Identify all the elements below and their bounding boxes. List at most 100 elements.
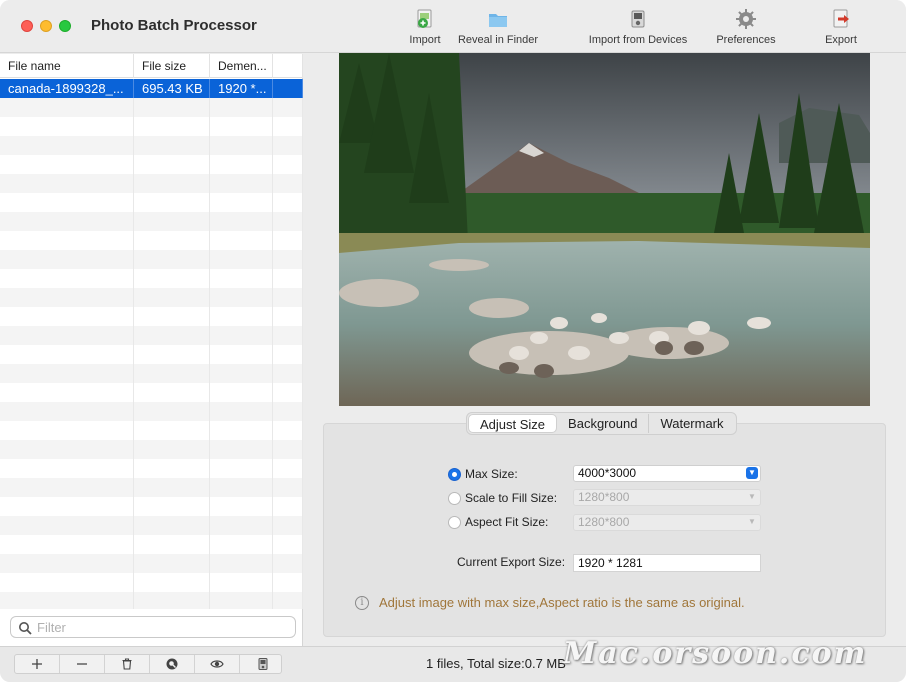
gear-icon <box>736 9 756 29</box>
preview-button[interactable] <box>195 655 240 673</box>
image-preview <box>339 53 870 406</box>
empty-cell <box>210 573 273 592</box>
empty-table-row <box>0 345 303 364</box>
empty-cell <box>210 535 273 554</box>
column-header-dimensions[interactable]: Demen... <box>210 54 273 78</box>
empty-cell <box>0 155 134 174</box>
export-label: Export <box>825 34 857 46</box>
filter-input[interactable] <box>37 619 287 636</box>
tab-watermark[interactable]: Watermark <box>649 414 734 433</box>
empty-table-row <box>0 383 303 402</box>
remove-file-button[interactable] <box>60 655 105 673</box>
column-header-file-size[interactable]: File size <box>134 54 210 78</box>
empty-cell <box>134 212 210 231</box>
export-button[interactable]: Export <box>820 8 862 50</box>
empty-cell <box>134 288 210 307</box>
empty-cell <box>0 421 134 440</box>
status-text: 1 files, Total size:0.7 MB <box>426 656 566 671</box>
scale-to-fill-option[interactable]: Scale to Fill Size: <box>448 490 557 506</box>
empty-cell <box>0 573 134 592</box>
empty-cell <box>273 79 303 98</box>
empty-cell <box>273 440 303 459</box>
filter-field[interactable] <box>10 616 296 638</box>
empty-cell <box>0 212 134 231</box>
column-header-empty <box>273 54 303 78</box>
empty-cell <box>0 345 134 364</box>
max-size-combo[interactable]: 4000*3000 ▼ <box>573 465 761 482</box>
empty-cell <box>273 98 303 117</box>
empty-cell <box>134 383 210 402</box>
empty-cell <box>0 136 134 155</box>
info-text: Adjust image with max size,Aspect ratio … <box>379 595 745 610</box>
empty-cell <box>0 554 134 573</box>
zoom-window-button[interactable] <box>59 20 71 32</box>
empty-cell <box>210 231 273 250</box>
import-from-devices-button[interactable]: Import from Devices <box>584 8 692 50</box>
tab-adjust-size[interactable]: Adjust Size <box>468 414 558 433</box>
scale-to-fill-value: 1280*800 <box>578 490 630 504</box>
empty-cell <box>134 364 210 383</box>
empty-cell <box>210 497 273 516</box>
delete-all-button[interactable] <box>105 655 150 673</box>
empty-cell <box>0 193 134 212</box>
empty-table-row <box>0 231 303 250</box>
empty-cell <box>210 345 273 364</box>
empty-cell <box>134 402 210 421</box>
empty-cell <box>134 554 210 573</box>
empty-cell <box>210 307 273 326</box>
empty-cell <box>273 383 303 402</box>
empty-cell <box>0 497 134 516</box>
empty-cell <box>273 288 303 307</box>
info-icon: i <box>355 595 369 610</box>
reveal-in-finder-button[interactable]: Reveal in Finder <box>454 8 542 50</box>
app-window: Photo Batch Processor Import Reveal in F… <box>0 0 906 682</box>
max-size-radio[interactable] <box>448 467 461 481</box>
import-button[interactable]: Import <box>405 8 445 50</box>
trash-icon <box>122 658 132 670</box>
minimize-window-button[interactable] <box>40 20 52 32</box>
empty-cell <box>273 345 303 364</box>
empty-table-row <box>0 269 303 288</box>
empty-cell <box>0 459 134 478</box>
close-window-button[interactable] <box>21 20 33 32</box>
empty-cell <box>134 326 210 345</box>
chevron-down-icon: ▼ <box>748 492 756 501</box>
preferences-button[interactable]: Preferences <box>713 8 779 50</box>
scale-to-fill-radio[interactable] <box>448 491 461 505</box>
empty-cell <box>210 440 273 459</box>
empty-cell <box>273 231 303 250</box>
empty-cell <box>273 459 303 478</box>
empty-cell <box>0 516 134 535</box>
empty-table-row <box>0 478 303 497</box>
aspect-fit-value: 1280*800 <box>578 515 630 529</box>
add-file-button[interactable] <box>15 655 60 673</box>
aspect-fit-combo: 1280*800 ▼ <box>573 514 761 531</box>
empty-table-row <box>0 459 303 478</box>
tab-background[interactable]: Background <box>557 414 650 433</box>
max-size-value: 4000*3000 <box>578 466 637 480</box>
plus-icon <box>32 659 42 669</box>
empty-table-row <box>0 117 303 136</box>
empty-cell <box>210 554 273 573</box>
column-header-file-name[interactable]: File name <box>0 54 134 78</box>
empty-cell <box>0 307 134 326</box>
scale-to-fill-combo: 1280*800 ▼ <box>573 489 761 506</box>
empty-cell <box>210 269 273 288</box>
empty-cell <box>134 478 210 497</box>
empty-cell <box>210 250 273 269</box>
file-table-body: canada-1899328_... 695.43 KB 1920 *... <box>0 79 303 609</box>
zoom-button[interactable] <box>150 655 195 673</box>
max-size-option[interactable]: Max Size: <box>448 466 518 482</box>
minus-icon <box>77 663 87 665</box>
empty-cell <box>134 193 210 212</box>
empty-table-row <box>0 440 303 459</box>
empty-cell <box>134 459 210 478</box>
table-row[interactable]: canada-1899328_... 695.43 KB 1920 *... <box>0 79 303 98</box>
aspect-fit-radio[interactable] <box>448 515 461 529</box>
chevron-down-icon[interactable]: ▼ <box>746 467 758 479</box>
empty-cell <box>273 497 303 516</box>
aspect-fit-option[interactable]: Aspect Fit Size: <box>448 514 548 530</box>
empty-cell <box>0 98 134 117</box>
empty-cell <box>0 383 134 402</box>
device-import-button[interactable] <box>240 655 285 673</box>
